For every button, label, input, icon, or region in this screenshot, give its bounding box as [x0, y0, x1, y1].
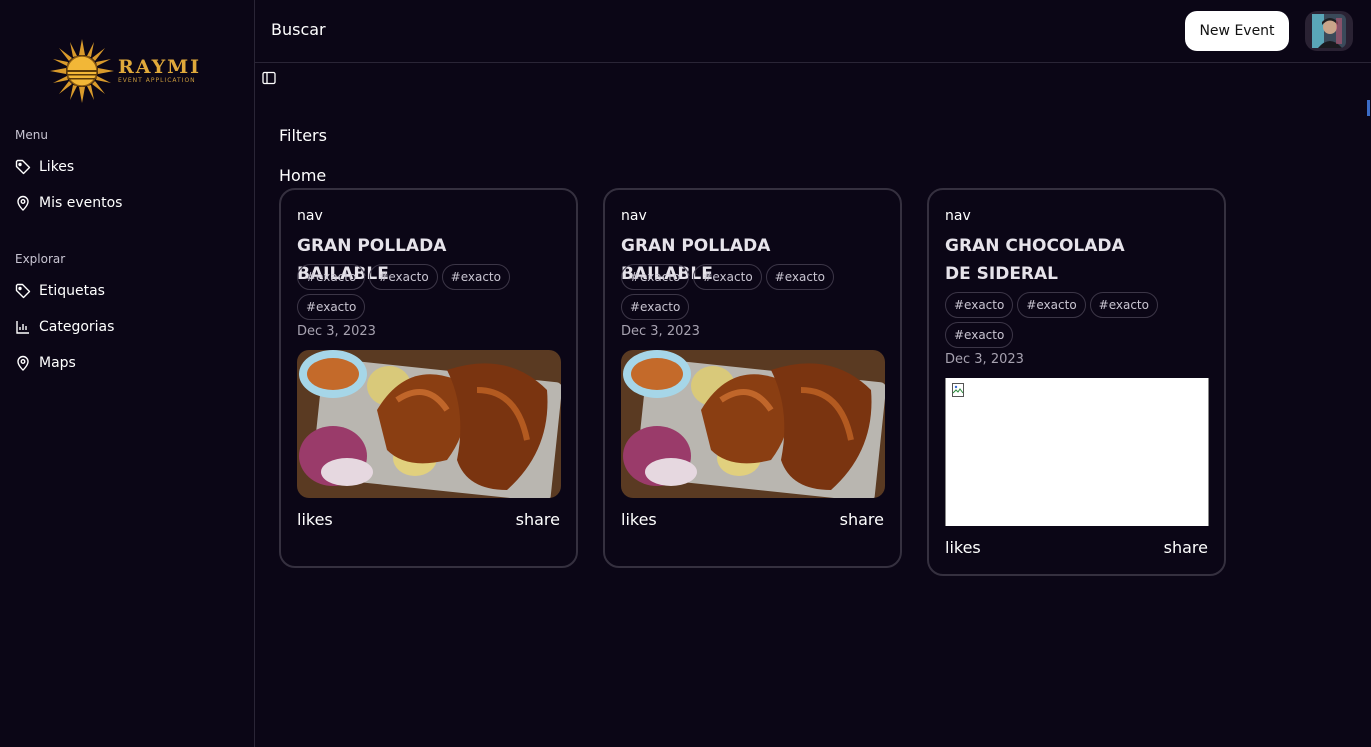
search-input[interactable]: Buscar	[271, 20, 326, 39]
tag-chip[interactable]: #exacto	[765, 264, 834, 290]
tag-list: #exacto #exacto #exacto #exacto	[945, 292, 1205, 348]
avatar[interactable]	[1305, 11, 1353, 51]
sidebar-item-categorias[interactable]: Categorias	[15, 315, 114, 339]
filters-heading[interactable]: Filters	[279, 126, 327, 145]
sun-logo-icon	[50, 39, 114, 103]
menu-section-label: Menu	[15, 128, 48, 142]
brand-subtitle: EVENT APPLICATION	[118, 77, 196, 84]
tag-chip[interactable]: #exacto	[621, 294, 690, 320]
chart-icon	[15, 319, 31, 335]
brand-title: RAYMI	[118, 56, 202, 78]
tag-icon	[15, 283, 31, 299]
location-pin-icon	[15, 195, 31, 211]
sidebar-item-label: Maps	[39, 355, 76, 371]
event-date: Dec 3, 2023	[945, 352, 1024, 367]
tag-icon	[15, 159, 31, 175]
card-nav-label: nav	[297, 208, 323, 224]
event-date: Dec 3, 2023	[621, 324, 700, 339]
likes-button[interactable]: likes	[621, 510, 657, 529]
event-card[interactable]: nav GRAN POLLADA BAILABLE #exacto #exact…	[603, 188, 902, 568]
tag-chip[interactable]: #exacto	[297, 294, 366, 320]
share-button[interactable]: share	[1164, 538, 1208, 557]
food-photo	[621, 350, 885, 498]
explore-section-label: Explorar	[15, 252, 66, 266]
new-event-button[interactable]: New Event	[1185, 11, 1289, 51]
tag-chip[interactable]: #exacto	[297, 264, 366, 290]
scrollbar[interactable]	[1367, 100, 1370, 116]
sidebar-toggle-icon[interactable]	[262, 70, 276, 85]
food-photo	[297, 350, 561, 498]
user-avatar-icon	[1312, 14, 1346, 48]
share-button[interactable]: share	[516, 510, 560, 529]
sidebar-item-label: Mis eventos	[39, 195, 123, 211]
event-date: Dec 3, 2023	[297, 324, 376, 339]
sidebar-item-likes[interactable]: Likes	[15, 155, 74, 179]
sidebar-item-label: Etiquetas	[39, 283, 105, 299]
card-nav-label: nav	[945, 208, 971, 224]
broken-image-icon	[952, 382, 964, 397]
event-image[interactable]	[297, 350, 561, 498]
event-card[interactable]: nav GRAN POLLADA BAILABLE #exacto #exact…	[279, 188, 578, 568]
tag-chip[interactable]: #exacto	[369, 264, 438, 290]
sidebar-item-maps[interactable]: Maps	[15, 351, 76, 375]
likes-button[interactable]: likes	[945, 538, 981, 557]
tag-chip[interactable]: #exacto	[1017, 292, 1086, 318]
tag-chip[interactable]: #exacto	[945, 322, 1014, 348]
location-pin-icon	[15, 355, 31, 371]
raymi-logo[interactable]: RAYMI EVENT APPLICATION	[50, 38, 210, 104]
sidebar-item-label: Likes	[39, 159, 75, 175]
sidebar: RAYMI EVENT APPLICATION Menu Likes Mis e…	[0, 0, 255, 747]
sidebar-item-etiquetas[interactable]: Etiquetas	[15, 279, 105, 303]
tag-chip[interactable]: #exacto	[945, 292, 1014, 318]
topbar: Buscar New Event	[255, 0, 1371, 63]
card-nav-label: nav	[621, 208, 647, 224]
event-image[interactable]	[621, 350, 885, 498]
tag-list: #exacto #exacto #exacto #exacto	[621, 264, 881, 320]
tag-chip[interactable]: #exacto	[621, 264, 690, 290]
share-button[interactable]: share	[840, 510, 884, 529]
home-heading: Home	[279, 166, 327, 185]
broken-image[interactable]	[945, 378, 1209, 526]
event-card[interactable]: nav GRAN CHOCOLADA DE SIDERAL #exacto #e…	[927, 188, 1226, 576]
event-title: GRAN CHOCOLADA DE SIDERAL	[945, 236, 1125, 284]
tag-chip[interactable]: #exacto	[441, 264, 510, 290]
sidebar-item-mis-eventos[interactable]: Mis eventos	[15, 191, 122, 215]
likes-button[interactable]: likes	[297, 510, 333, 529]
sidebar-item-label: Categorias	[39, 319, 115, 335]
tag-list: #exacto #exacto #exacto #exacto	[297, 264, 557, 320]
tag-chip[interactable]: #exacto	[1089, 292, 1158, 318]
tag-chip[interactable]: #exacto	[693, 264, 762, 290]
